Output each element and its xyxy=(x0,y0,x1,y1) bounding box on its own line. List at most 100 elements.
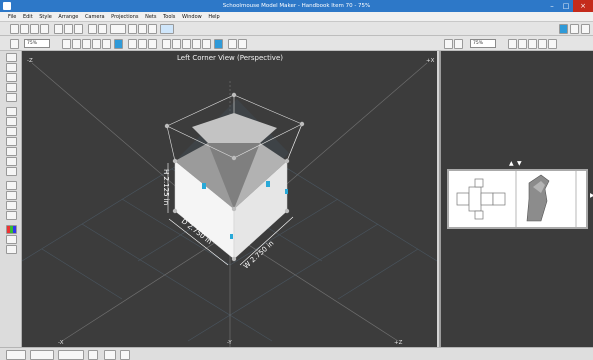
orbit-icon[interactable] xyxy=(148,39,157,49)
revolve-icon[interactable] xyxy=(6,117,17,126)
zoom-window-icon[interactable] xyxy=(162,39,171,49)
view-title: Left Corner View (Perspective) xyxy=(177,54,283,62)
net-panel[interactable]: ▲ ▼ ▶ xyxy=(439,51,593,347)
render-solid-icon[interactable] xyxy=(228,39,237,49)
net-print-icon[interactable] xyxy=(538,39,547,49)
layout-grid-icon[interactable] xyxy=(581,24,590,34)
menu-tools[interactable]: Tools xyxy=(163,14,175,20)
layout-split-icon[interactable] xyxy=(570,24,579,34)
rectangle-icon[interactable] xyxy=(6,73,17,82)
help-icon[interactable] xyxy=(120,350,130,360)
color-dropdown[interactable] xyxy=(110,24,126,34)
axis-label-plus-x: +X xyxy=(426,58,435,64)
fit-icon[interactable] xyxy=(192,39,201,49)
layout-single-icon[interactable] xyxy=(559,24,568,34)
redo-icon[interactable] xyxy=(98,24,107,34)
info-icon[interactable] xyxy=(104,350,116,360)
view-front-icon[interactable] xyxy=(62,39,71,49)
circle-icon[interactable] xyxy=(6,83,17,92)
pan-icon[interactable] xyxy=(138,39,147,49)
view-top-icon[interactable] xyxy=(102,39,111,49)
close-icon[interactable]: × xyxy=(573,0,593,12)
menu-help[interactable]: Help xyxy=(208,14,219,20)
menu-projections[interactable]: Projections xyxy=(111,14,138,20)
new-icon[interactable] xyxy=(10,24,19,34)
print-icon[interactable] xyxy=(40,24,49,34)
net-page-thumbnail[interactable] xyxy=(447,169,588,229)
image-icon[interactable] xyxy=(6,191,17,200)
box-model[interactable] xyxy=(164,92,305,262)
grid-toggle-icon[interactable] xyxy=(202,39,211,49)
cut-icon[interactable] xyxy=(54,24,63,34)
zoom-select-left[interactable]: 75% xyxy=(24,39,50,48)
rotate-icon[interactable] xyxy=(148,24,157,34)
flip-icon[interactable] xyxy=(6,167,17,176)
net-select-icon[interactable] xyxy=(444,39,453,49)
save-icon[interactable] xyxy=(30,24,39,34)
render-wire-icon[interactable] xyxy=(238,39,247,49)
3d-scene[interactable]: H 2.125 in D 2.750 in W 2.750 in Left Co… xyxy=(22,51,437,347)
zoom-select-right[interactable]: 75% xyxy=(470,39,496,48)
menu-style[interactable]: Style xyxy=(39,14,52,20)
undo-icon[interactable] xyxy=(88,24,97,34)
bend-icon[interactable] xyxy=(6,127,17,136)
polygon-icon[interactable] xyxy=(6,93,17,102)
axis-label-minus-z: -Z xyxy=(27,58,33,64)
zoom-out-icon[interactable] xyxy=(138,24,147,34)
box-roof-top[interactable] xyxy=(192,113,277,143)
menu-edit[interactable]: Edit xyxy=(23,14,33,20)
net-fit-icon[interactable] xyxy=(528,39,537,49)
tab-icon[interactable] xyxy=(6,211,17,220)
net-export-icon[interactable] xyxy=(548,39,557,49)
extrude-icon[interactable] xyxy=(6,107,17,116)
line-icon[interactable] xyxy=(6,63,17,72)
palette-icon[interactable] xyxy=(6,225,17,234)
page-up-icon[interactable]: ▲ xyxy=(509,161,514,167)
move-icon[interactable] xyxy=(128,39,137,49)
show-dimensions-icon[interactable] xyxy=(214,39,223,49)
maximize-icon[interactable]: □ xyxy=(559,0,573,12)
minimize-icon[interactable]: – xyxy=(545,0,559,12)
axis-label-minus-x: -X xyxy=(58,340,64,346)
page-down-icon[interactable]: ▼ xyxy=(517,161,522,167)
title-bar: Schoolmouse Model Maker - Handbook Item … xyxy=(0,0,593,12)
zoom-minus-icon[interactable] xyxy=(182,39,191,49)
fill-icon[interactable] xyxy=(6,235,17,244)
net-preview xyxy=(456,171,577,227)
menu-nets[interactable]: Nets xyxy=(145,14,156,20)
view-back-icon[interactable] xyxy=(72,39,81,49)
view-right-icon[interactable] xyxy=(92,39,101,49)
view-perspective-icon[interactable] xyxy=(114,39,123,49)
select-icon[interactable] xyxy=(10,39,19,49)
net-move-icon[interactable] xyxy=(454,39,463,49)
3d-viewport[interactable]: H 2.125 in D 2.750 in W 2.750 in Left Co… xyxy=(22,51,437,347)
eyedropper-icon[interactable] xyxy=(6,245,17,254)
copy-icon[interactable] xyxy=(64,24,73,34)
menu-window[interactable]: Window xyxy=(182,14,202,20)
snap-icon[interactable] xyxy=(88,350,98,360)
zoom-plus-icon[interactable] xyxy=(172,39,181,49)
menu-arrange[interactable]: Arrange xyxy=(58,14,78,20)
split-icon[interactable] xyxy=(6,157,17,166)
view-left-icon[interactable] xyxy=(82,39,91,49)
cut-plane-icon[interactable] xyxy=(6,137,17,146)
mode-3d-icon[interactable] xyxy=(6,350,26,360)
text-icon[interactable] xyxy=(6,181,17,190)
net-zoom-in-icon[interactable] xyxy=(508,39,517,49)
menu-file[interactable]: File xyxy=(8,14,16,20)
paste-icon[interactable] xyxy=(74,24,83,34)
axis-label-minus-y: -Y xyxy=(227,340,232,346)
zoom-in-icon[interactable] xyxy=(128,24,137,34)
open-icon[interactable] xyxy=(20,24,29,34)
menu-bar: File Edit Style Arrange Camera Projectio… xyxy=(0,12,593,22)
mode-net-icon[interactable] xyxy=(30,350,54,360)
net-zoom-out-icon[interactable] xyxy=(518,39,527,49)
tool-palette xyxy=(0,51,22,347)
menu-camera[interactable]: Camera xyxy=(85,14,105,20)
pencil-icon[interactable] xyxy=(6,53,17,62)
measure-icon[interactable] xyxy=(6,201,17,210)
join-icon[interactable] xyxy=(6,147,17,156)
style-swatch[interactable] xyxy=(160,24,174,34)
height-dimension-label: H 2.125 in xyxy=(162,169,170,205)
mode-both-icon[interactable] xyxy=(58,350,84,360)
